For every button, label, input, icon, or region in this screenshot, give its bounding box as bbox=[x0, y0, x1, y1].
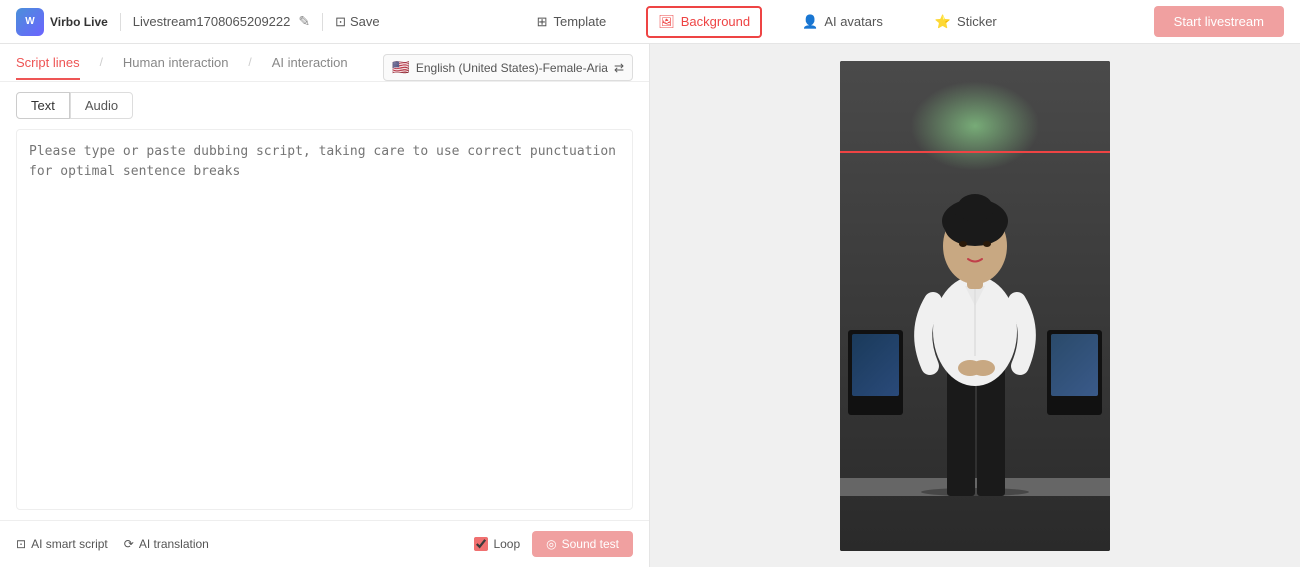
nav-ai-avatars[interactable]: 👤 AI avatars bbox=[790, 6, 895, 38]
language-selector[interactable]: 🇺🇸 English (United States)-Female-Aria ⇄ bbox=[383, 54, 633, 81]
left-panel: Script lines / Human interaction / AI in… bbox=[0, 44, 650, 567]
bottom-bar: ⊡ AI smart script ⟳ AI translation Loop … bbox=[0, 520, 649, 567]
tab-human-interaction[interactable]: Human interaction bbox=[123, 55, 229, 80]
flag-icon: 🇺🇸 bbox=[392, 59, 409, 76]
avatar-svg bbox=[895, 156, 1055, 496]
nav-sticker[interactable]: ⭐ Sticker bbox=[923, 6, 1009, 38]
nav-background[interactable]: 🖼 Background bbox=[646, 6, 762, 38]
nav-template[interactable]: ⊞ Template bbox=[525, 6, 619, 38]
sticker-icon: ⭐ bbox=[935, 14, 951, 30]
template-label: Template bbox=[553, 14, 606, 29]
background-label: Background bbox=[681, 14, 750, 29]
script-textarea-area bbox=[0, 119, 649, 520]
save-icon: ⊡ bbox=[335, 14, 346, 30]
ai-smart-script-label: AI smart script bbox=[31, 537, 108, 551]
ai-smart-script-button[interactable]: ⊡ AI smart script bbox=[16, 537, 108, 551]
right-panel bbox=[650, 44, 1300, 567]
logo-symbol: W bbox=[25, 16, 34, 27]
swap-icon: ⇄ bbox=[614, 61, 624, 75]
script-textarea[interactable] bbox=[16, 129, 633, 510]
background-icon: 🖼 bbox=[658, 14, 675, 30]
save-label: Save bbox=[350, 14, 380, 29]
monitor-left-screen bbox=[852, 334, 899, 396]
sound-test-button[interactable]: ◎ Sound test bbox=[532, 531, 633, 557]
script-tab-list: Script lines / Human interaction / AI in… bbox=[16, 55, 348, 80]
smart-script-icon: ⊡ bbox=[16, 537, 26, 551]
logo-area: W Virbo Live bbox=[16, 8, 108, 36]
main-layout: Script lines / Human interaction / AI in… bbox=[0, 44, 1300, 567]
tab-ai-interaction[interactable]: AI interaction bbox=[272, 55, 348, 80]
navbar-center: ⊞ Template 🖼 Background 👤 AI avatars ⭐ S… bbox=[525, 6, 1009, 38]
script-tabs: Script lines / Human interaction / AI in… bbox=[0, 44, 649, 82]
template-icon: ⊞ bbox=[537, 14, 548, 30]
loop-label: Loop bbox=[493, 537, 520, 551]
monitor-right-screen bbox=[1051, 334, 1098, 396]
edit-icon[interactable]: ✎ bbox=[298, 13, 310, 30]
sound-icon: ◎ bbox=[546, 537, 556, 551]
logo-text: Virbo Live bbox=[50, 15, 108, 29]
text-audio-tabs: Text Audio bbox=[0, 82, 649, 119]
save-button[interactable]: ⊡ Save bbox=[335, 14, 380, 30]
tab-audio[interactable]: Audio bbox=[70, 92, 133, 119]
divider2 bbox=[322, 13, 323, 31]
preview-container bbox=[840, 61, 1110, 551]
tab-text[interactable]: Text bbox=[16, 92, 70, 119]
start-livestream-button[interactable]: Start livestream bbox=[1154, 6, 1284, 37]
sticker-label: Sticker bbox=[957, 14, 997, 29]
ai-avatars-icon: 👤 bbox=[802, 14, 818, 30]
loop-checkbox[interactable] bbox=[474, 537, 488, 551]
ai-translation-button[interactable]: ⟳ AI translation bbox=[124, 537, 209, 551]
bottom-left-actions: ⊡ AI smart script ⟳ AI translation bbox=[16, 537, 209, 551]
bottom-right-actions: Loop ◎ Sound test bbox=[474, 531, 633, 557]
divider bbox=[120, 13, 121, 31]
monitor-right bbox=[1047, 330, 1102, 415]
logo-icon: W bbox=[16, 8, 44, 36]
lang-label: English (United States)-Female-Aria bbox=[416, 61, 608, 75]
translation-icon: ⟳ bbox=[124, 537, 134, 551]
sound-test-label: Sound test bbox=[562, 537, 619, 551]
project-name[interactable]: Livestream1708065209222 bbox=[133, 14, 291, 29]
navbar: W Virbo Live Livestream1708065209222 ✎ ⊡… bbox=[0, 0, 1300, 44]
tab-script-lines[interactable]: Script lines bbox=[16, 55, 80, 80]
ai-avatars-label: AI avatars bbox=[824, 14, 883, 29]
red-border-top bbox=[840, 151, 1110, 153]
loop-checkbox-label[interactable]: Loop bbox=[474, 537, 520, 551]
ai-translation-label: AI translation bbox=[139, 537, 209, 551]
navbar-left: W Virbo Live Livestream1708065209222 ✎ ⊡… bbox=[16, 8, 380, 36]
